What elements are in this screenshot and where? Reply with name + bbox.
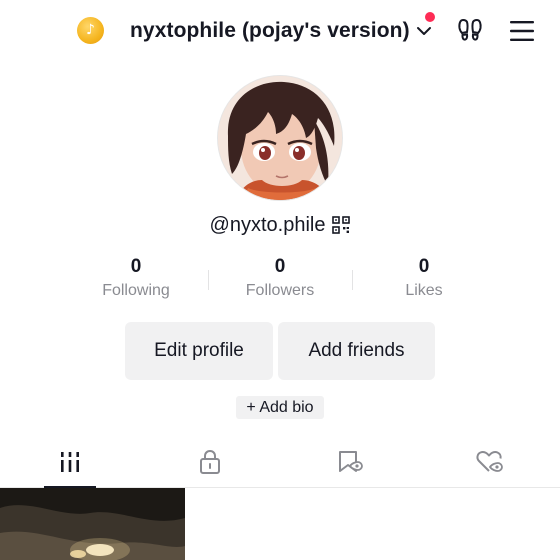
notification-dot [425, 12, 435, 22]
profile-stats: 0 Following 0 Followers 0 Likes [64, 254, 496, 310]
account-switcher[interactable]: nyxtophile (pojay's version) [130, 17, 434, 45]
tab-private[interactable] [140, 436, 280, 488]
hamburger-menu-icon[interactable] [508, 18, 536, 44]
video-thumbnail-image [0, 488, 185, 560]
video-thumbnail[interactable] [0, 488, 185, 560]
stat-following[interactable]: 0 Following [64, 254, 208, 300]
tiktok-coin-icon[interactable] [77, 17, 104, 44]
followers-label: Followers [245, 282, 315, 299]
top-bar: nyxtophile (pojay's version) [0, 0, 560, 62]
profile-tabs [0, 436, 560, 488]
likes-count: 0 [418, 256, 430, 277]
chevron-down-icon [416, 27, 431, 35]
profile-handle: @nyxto.phile [209, 213, 326, 236]
followers-count: 0 [274, 256, 286, 277]
following-count: 0 [130, 256, 142, 277]
tab-liked[interactable] [420, 436, 560, 488]
favorites-bookmark-icon [339, 451, 363, 472]
handle-row: @nyxto.phile [0, 210, 560, 240]
avatar-image [218, 76, 342, 200]
add-friends-button[interactable]: Add friends [278, 322, 435, 380]
private-lock-icon [200, 449, 220, 474]
stat-likes[interactable]: 0 Likes [352, 254, 496, 300]
likes-label: Likes [405, 282, 443, 299]
edit-profile-button[interactable]: Edit profile [125, 322, 273, 380]
qr-code-icon[interactable] [332, 216, 351, 234]
account-name: nyxtophile (pojay's version) [130, 19, 410, 42]
following-label: Following [102, 282, 170, 299]
tab-videos[interactable] [0, 436, 140, 488]
profile-avatar[interactable] [217, 75, 343, 201]
videos-grid-icon [61, 452, 79, 472]
tab-favorites[interactable] [280, 436, 420, 488]
stat-followers[interactable]: 0 Followers [208, 254, 352, 300]
liked-heart-icon [476, 451, 503, 472]
add-bio-button[interactable]: + Add bio [236, 396, 324, 419]
footprints-icon[interactable] [456, 16, 484, 44]
